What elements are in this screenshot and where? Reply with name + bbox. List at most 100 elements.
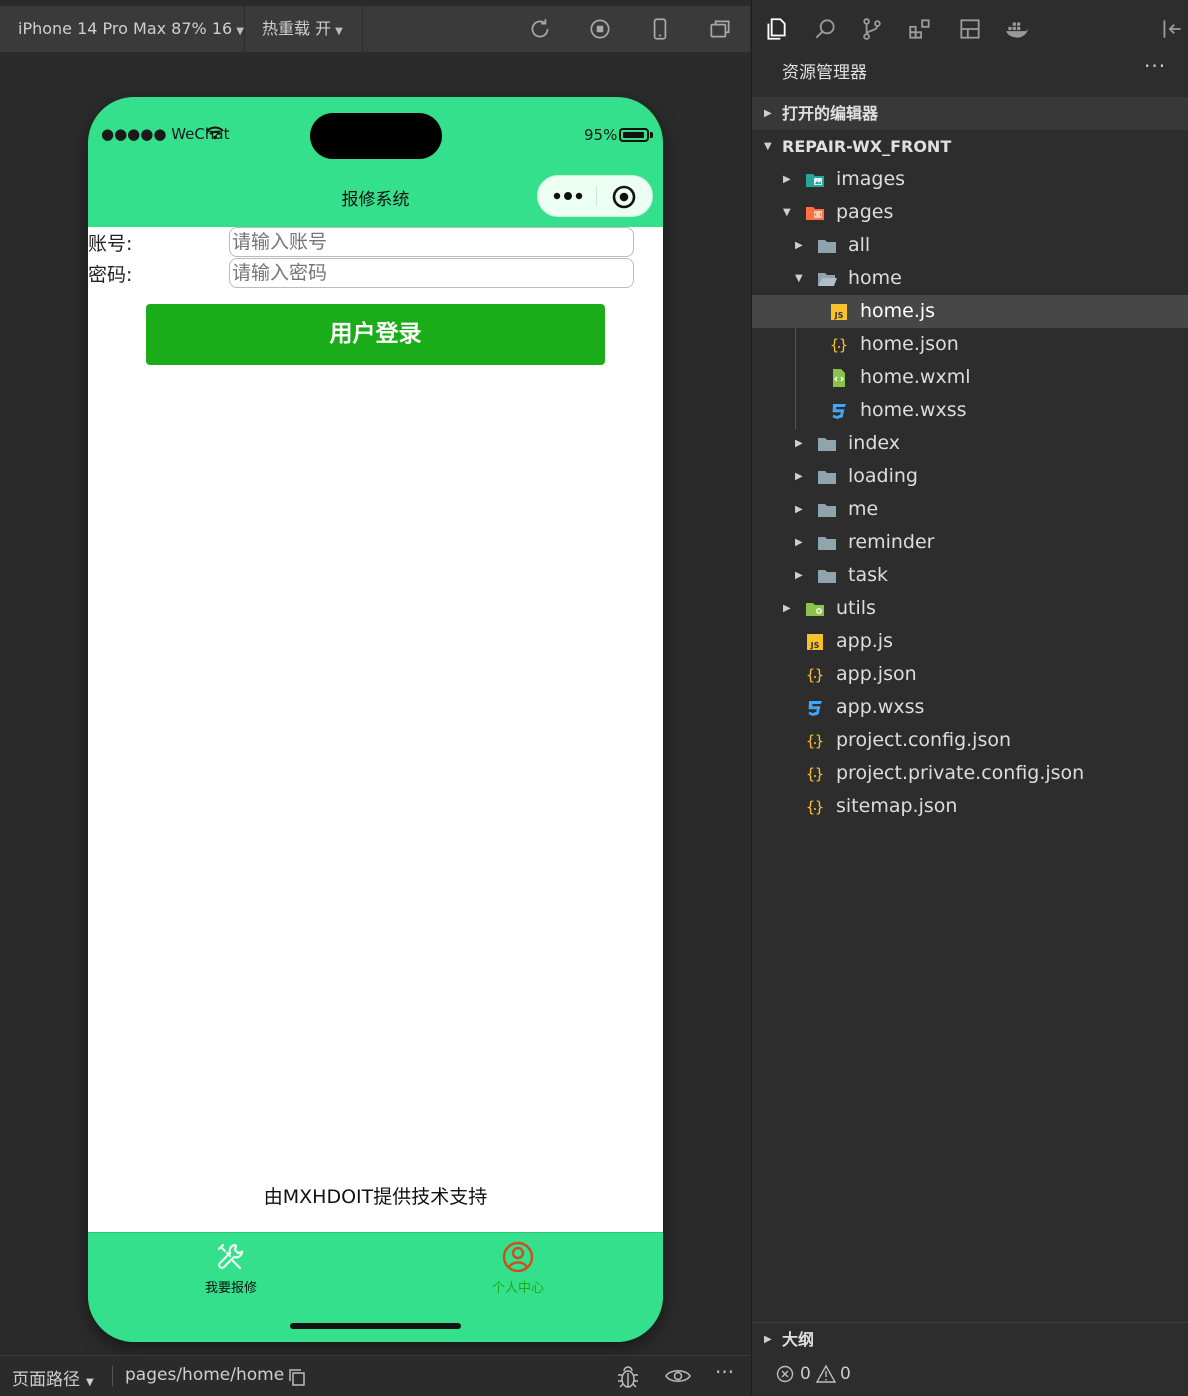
home-indicator bbox=[290, 1323, 461, 1329]
eye-icon[interactable] bbox=[665, 1366, 691, 1390]
tree-item-sitemap-json[interactable]: {} sitemap.json bbox=[752, 790, 1188, 823]
files-icon[interactable] bbox=[763, 16, 789, 42]
tree-item-app-json[interactable]: {} app.json bbox=[752, 658, 1188, 691]
tree-item-all[interactable]: ▶ all bbox=[752, 229, 1188, 262]
simulator-status-bar: 页面路径 ▼ pages/home/home ··· bbox=[0, 1355, 750, 1396]
tree-item-label: all bbox=[848, 234, 871, 256]
collapse-panel-icon[interactable] bbox=[1159, 16, 1185, 42]
stop-icon[interactable] bbox=[587, 16, 613, 42]
tree-item-label: utils bbox=[836, 597, 876, 619]
tree-item-home-js[interactable]: JS home.js bbox=[752, 295, 1188, 328]
tree-item-index[interactable]: ▶ index bbox=[752, 427, 1188, 460]
extensions-icon[interactable] bbox=[907, 16, 933, 42]
js-icon: JS bbox=[804, 631, 826, 653]
chevron-right-icon: ▶ bbox=[764, 108, 772, 119]
route-selector[interactable]: 页面路径 ▼ bbox=[12, 1365, 94, 1390]
tab-repair-label: 我要报修 bbox=[204, 1281, 257, 1296]
tab-repair[interactable]: 我要报修 bbox=[151, 1233, 311, 1313]
json-icon: {} bbox=[804, 763, 826, 785]
tree-item-project-config-json[interactable]: {} project.config.json bbox=[752, 724, 1188, 757]
folder-images-icon bbox=[804, 169, 826, 191]
chevron-down-icon[interactable]: ▼ bbox=[795, 262, 803, 295]
refresh-icon[interactable] bbox=[527, 16, 553, 42]
copy-icon[interactable] bbox=[287, 1367, 307, 1391]
svg-text:{}: {} bbox=[806, 765, 824, 783]
toolbar-divider bbox=[244, 6, 245, 52]
tree-item-loading[interactable]: ▶ loading bbox=[752, 460, 1188, 493]
tree-item-label: me bbox=[848, 498, 879, 520]
phone-icon[interactable] bbox=[647, 16, 673, 42]
chevron-down-icon: ▼ bbox=[86, 1377, 94, 1388]
mini-program-capsule bbox=[537, 175, 653, 217]
tree-item-project-private-config-json[interactable]: {} project.private.config.json bbox=[752, 757, 1188, 790]
outline-header[interactable]: ▶ 大纲 bbox=[752, 1322, 1188, 1356]
chevron-right-icon[interactable]: ▶ bbox=[795, 229, 803, 262]
account-input[interactable] bbox=[229, 227, 634, 257]
chevron-down-icon: ▼ bbox=[236, 26, 244, 37]
route-label: 页面路径 bbox=[12, 1370, 80, 1390]
close-target-icon[interactable] bbox=[611, 184, 637, 210]
tree-item-reminder[interactable]: ▶ reminder bbox=[752, 526, 1188, 559]
tree-item-label: project.config.json bbox=[836, 729, 1012, 751]
chevron-right-icon[interactable]: ▶ bbox=[795, 460, 803, 493]
tab-profile-label: 个人中心 bbox=[491, 1281, 544, 1296]
tree-item-label: project.private.config.json bbox=[836, 762, 1085, 784]
project-header[interactable]: ▼ REPAIR-WX_FRONT bbox=[752, 130, 1188, 163]
problems-indicator[interactable]: 0 0 bbox=[752, 1358, 1188, 1395]
bug-icon[interactable] bbox=[615, 1365, 641, 1393]
css-icon bbox=[804, 697, 826, 719]
layout-icon[interactable] bbox=[957, 16, 983, 42]
chevron-right-icon[interactable]: ▶ bbox=[795, 559, 803, 592]
chevron-right-icon[interactable]: ▶ bbox=[795, 526, 803, 559]
open-editors-header[interactable]: ▶ 打开的编辑器 bbox=[752, 97, 1188, 130]
window-icon[interactable] bbox=[707, 16, 733, 42]
tree-item-app-wxss[interactable]: app.wxss bbox=[752, 691, 1188, 724]
hot-reload-selector[interactable]: 热重载 开 ▼ bbox=[262, 6, 343, 52]
tree-item-me[interactable]: ▶ me bbox=[752, 493, 1188, 526]
explorer-title: 资源管理器 bbox=[782, 63, 867, 83]
folder-icon bbox=[816, 499, 838, 521]
page-content: 账号: 密码: 用户登录 由MXHDOIT提供技术支持 bbox=[88, 227, 663, 1232]
chevron-right-icon[interactable]: ▶ bbox=[783, 592, 791, 625]
tree-item-utils[interactable]: ▶ utils bbox=[752, 592, 1188, 625]
open-editors-label: 打开的编辑器 bbox=[782, 104, 879, 123]
wifi-icon bbox=[206, 125, 224, 144]
battery-level bbox=[623, 132, 644, 138]
more-icon[interactable]: ··· bbox=[715, 1360, 734, 1384]
tree-item-label: home.json bbox=[860, 333, 959, 355]
json-icon: {} bbox=[804, 664, 826, 686]
chevron-right-icon[interactable]: ▶ bbox=[795, 427, 803, 460]
tree-item-task[interactable]: ▶ task bbox=[752, 559, 1188, 592]
login-button[interactable]: 用户登录 bbox=[146, 304, 605, 365]
password-input[interactable] bbox=[229, 258, 634, 288]
warning-count: 0 bbox=[840, 1364, 851, 1384]
tree-item-label: app.js bbox=[836, 630, 893, 652]
status-bar: ●●●●● WeChat 95% bbox=[88, 97, 663, 169]
chevron-right-icon[interactable]: ▶ bbox=[783, 163, 791, 196]
more-dots-icon[interactable] bbox=[552, 182, 584, 210]
folder-utils-icon bbox=[804, 598, 826, 620]
chevron-down-icon[interactable]: ▼ bbox=[783, 196, 791, 229]
source-control-icon[interactable] bbox=[859, 16, 885, 42]
chevron-right-icon[interactable]: ▶ bbox=[795, 493, 803, 526]
search-icon[interactable] bbox=[812, 16, 838, 42]
docker-icon[interactable] bbox=[1004, 16, 1030, 42]
tree-item-home-json[interactable]: {} home.json bbox=[752, 328, 1188, 361]
battery-percent: 95% bbox=[584, 126, 618, 144]
route-value: pages/home/home bbox=[125, 1365, 285, 1385]
password-label: 密码: bbox=[88, 264, 133, 286]
device-selector[interactable]: iPhone 14 Pro Max 87% 16 ▼ bbox=[18, 6, 244, 52]
tree-item-home[interactable]: ▼ home bbox=[752, 262, 1188, 295]
tree-item-app-js[interactable]: JS app.js bbox=[752, 625, 1188, 658]
tree-item-label: home.wxss bbox=[860, 399, 967, 421]
tree-item-label: pages bbox=[836, 201, 894, 223]
explorer-more-icon[interactable]: ··· bbox=[1144, 54, 1166, 78]
tree-item-label: loading bbox=[848, 465, 918, 487]
tree-item-pages[interactable]: ▼ pages bbox=[752, 196, 1188, 229]
tree-item-home-wxss[interactable]: home.wxss bbox=[752, 394, 1188, 427]
tree-item-home-wxml[interactable]: home.wxml bbox=[752, 361, 1188, 394]
tab-profile[interactable]: 个人中心 bbox=[438, 1233, 598, 1313]
css-icon bbox=[828, 400, 850, 422]
folder-icon bbox=[816, 565, 838, 587]
tree-item-images[interactable]: ▶ images bbox=[752, 163, 1188, 196]
